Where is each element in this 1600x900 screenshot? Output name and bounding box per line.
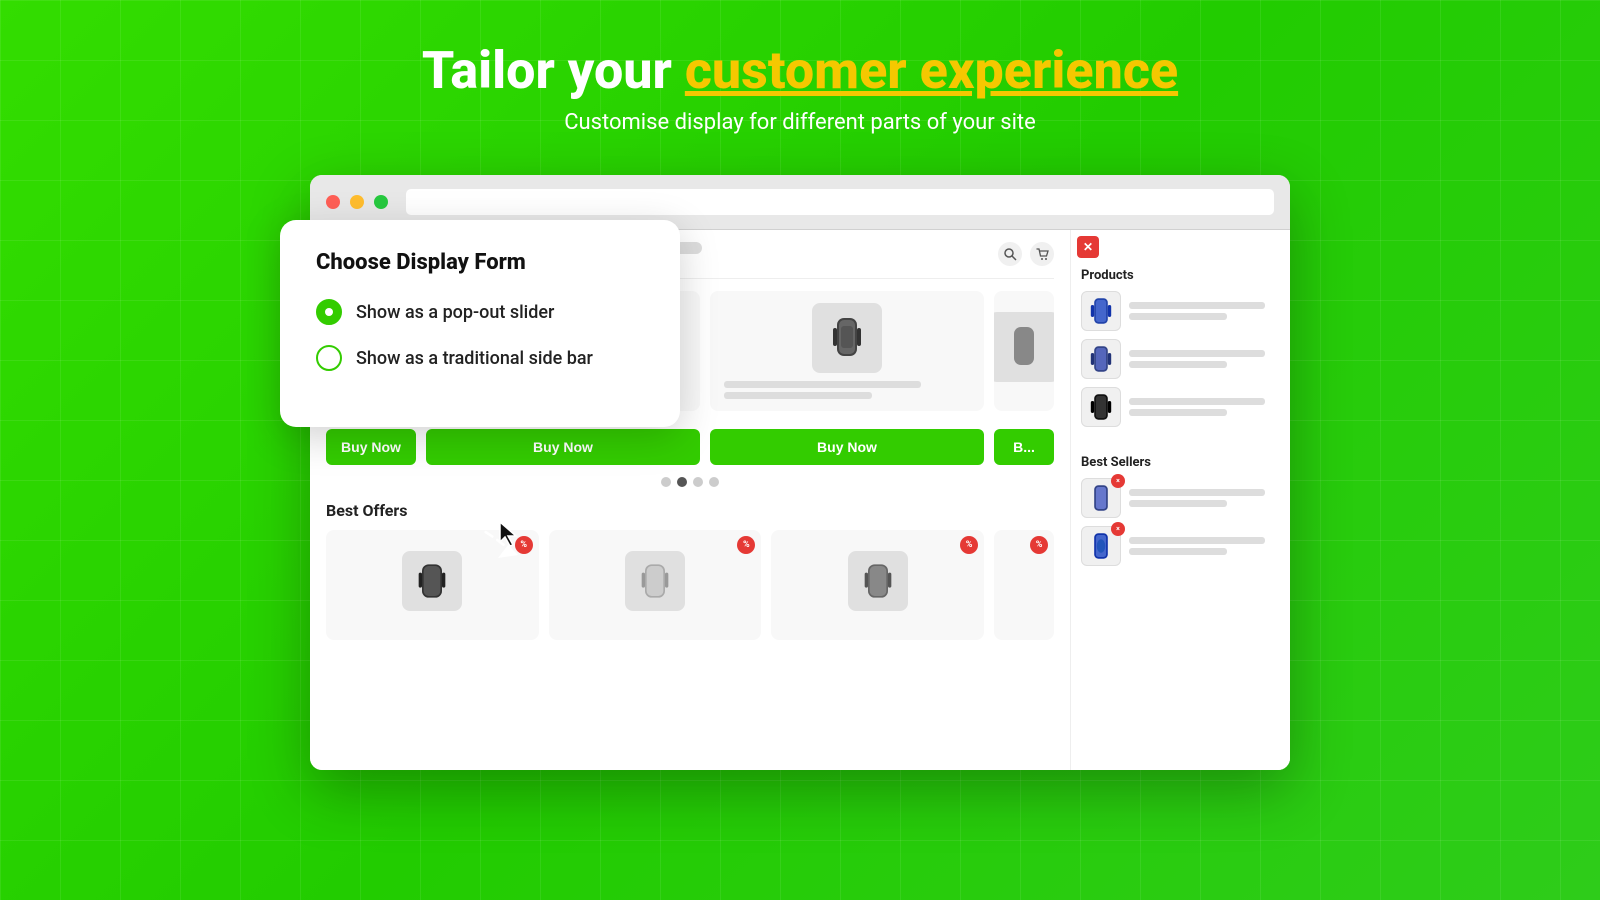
sidebar-products-title: Products bbox=[1081, 268, 1280, 283]
title-plain: Tailor your bbox=[422, 40, 685, 101]
buy-buttons-row: Buy Now Buy Now Buy Now B... bbox=[326, 425, 1054, 465]
sidebar-desc-line bbox=[1129, 350, 1265, 357]
buy-btn-item: Buy Now bbox=[710, 425, 984, 465]
pagination-dots bbox=[326, 477, 1054, 487]
desc-line bbox=[724, 381, 921, 388]
buy-btn-item: Buy Now bbox=[326, 425, 416, 465]
sidebar-best-seller-item: × bbox=[1081, 526, 1280, 566]
traffic-light-yellow[interactable] bbox=[350, 195, 364, 209]
offer-card: % bbox=[771, 530, 984, 640]
product-desc bbox=[720, 381, 974, 399]
sidebar-product-image bbox=[1081, 339, 1121, 379]
offer-card: % bbox=[994, 530, 1054, 640]
radio-label-sidebar: Show as a traditional side bar bbox=[356, 348, 593, 369]
radio-option-popup[interactable]: Show as a pop-out slider bbox=[316, 299, 644, 325]
header-section: Tailor your customer experience Customis… bbox=[422, 0, 1178, 135]
traffic-light-green[interactable] bbox=[374, 195, 388, 209]
page-wrapper: Tailor your customer experience Customis… bbox=[0, 0, 1600, 900]
pagination-dot[interactable] bbox=[693, 477, 703, 487]
buy-now-button[interactable]: Buy Now bbox=[426, 429, 700, 465]
sidebar-best-seller-image: × bbox=[1081, 478, 1121, 518]
sidebar-product-item bbox=[1081, 291, 1280, 331]
discount-badge: % bbox=[737, 536, 755, 554]
pagination-dot-active[interactable] bbox=[677, 477, 687, 487]
sidebar-desc-line bbox=[1129, 313, 1227, 320]
sidebar-product-item bbox=[1081, 339, 1280, 379]
title-highlight: customer experience bbox=[685, 40, 1178, 101]
sidebar-product-image bbox=[1081, 291, 1121, 331]
subtitle: Customise display for different parts of… bbox=[422, 110, 1178, 135]
sidebar-desc-line bbox=[1129, 409, 1227, 416]
offer-image bbox=[625, 551, 685, 611]
buy-now-button[interactable]: Buy Now bbox=[710, 429, 984, 465]
buy-now-button[interactable]: B... bbox=[994, 429, 1054, 465]
traffic-light-red[interactable] bbox=[326, 195, 340, 209]
radio-circle-unselected[interactable] bbox=[316, 345, 342, 371]
sidebar-desc-line bbox=[1129, 489, 1265, 496]
buy-btn-item: Buy Now bbox=[426, 425, 700, 465]
product-card bbox=[710, 291, 984, 411]
sidebar-product-item bbox=[1081, 387, 1280, 427]
sidebar-product-desc bbox=[1129, 398, 1280, 416]
sidebar-best-seller-item: × bbox=[1081, 478, 1280, 518]
product-card bbox=[994, 291, 1054, 411]
desc-line bbox=[724, 392, 872, 399]
address-bar[interactable] bbox=[406, 189, 1274, 215]
sidebar-product-image bbox=[1081, 387, 1121, 427]
radio-label-popup: Show as a pop-out slider bbox=[356, 302, 554, 323]
buy-btn-item: B... bbox=[994, 425, 1054, 465]
pagination-dot[interactable] bbox=[709, 477, 719, 487]
sidebar-desc-line bbox=[1129, 302, 1265, 309]
sidebar-best-seller-image: × bbox=[1081, 526, 1121, 566]
sidebar-desc-line bbox=[1129, 548, 1227, 555]
radio-circle-selected[interactable] bbox=[316, 299, 342, 325]
nav-icons bbox=[998, 242, 1054, 266]
offer-image bbox=[848, 551, 908, 611]
discount-badge: % bbox=[1030, 536, 1048, 554]
offer-card: % bbox=[549, 530, 762, 640]
store-sidebar: ✕ Products bbox=[1070, 230, 1290, 770]
pagination-dot[interactable] bbox=[661, 477, 671, 487]
sidebar-best-sellers-title: Best Sellers bbox=[1081, 455, 1280, 470]
product-image bbox=[994, 312, 1054, 382]
product-image bbox=[812, 303, 882, 373]
radio-option-sidebar[interactable]: Show as a traditional side bar bbox=[316, 345, 644, 371]
cart-icon[interactable] bbox=[1030, 242, 1054, 266]
search-icon[interactable] bbox=[998, 242, 1022, 266]
card-title: Choose Display Form bbox=[316, 250, 644, 275]
sidebar-desc-line bbox=[1129, 361, 1227, 368]
buy-now-button[interactable]: Buy Now bbox=[326, 429, 416, 465]
sidebar-desc-line bbox=[1129, 537, 1265, 544]
sidebar-close-button[interactable]: ✕ bbox=[1077, 236, 1099, 258]
sidebar-best-seller-desc bbox=[1129, 489, 1280, 507]
sidebar-desc-line bbox=[1129, 500, 1227, 507]
display-form-card: Choose Display Form Show as a pop-out sl… bbox=[280, 220, 680, 427]
main-title: Tailor your customer experience bbox=[422, 40, 1178, 102]
discount-badge: % bbox=[960, 536, 978, 554]
sidebar-desc-line bbox=[1129, 398, 1265, 405]
sidebar-best-seller-desc bbox=[1129, 537, 1280, 555]
sidebar-product-desc bbox=[1129, 302, 1280, 320]
sidebar-product-desc bbox=[1129, 350, 1280, 368]
